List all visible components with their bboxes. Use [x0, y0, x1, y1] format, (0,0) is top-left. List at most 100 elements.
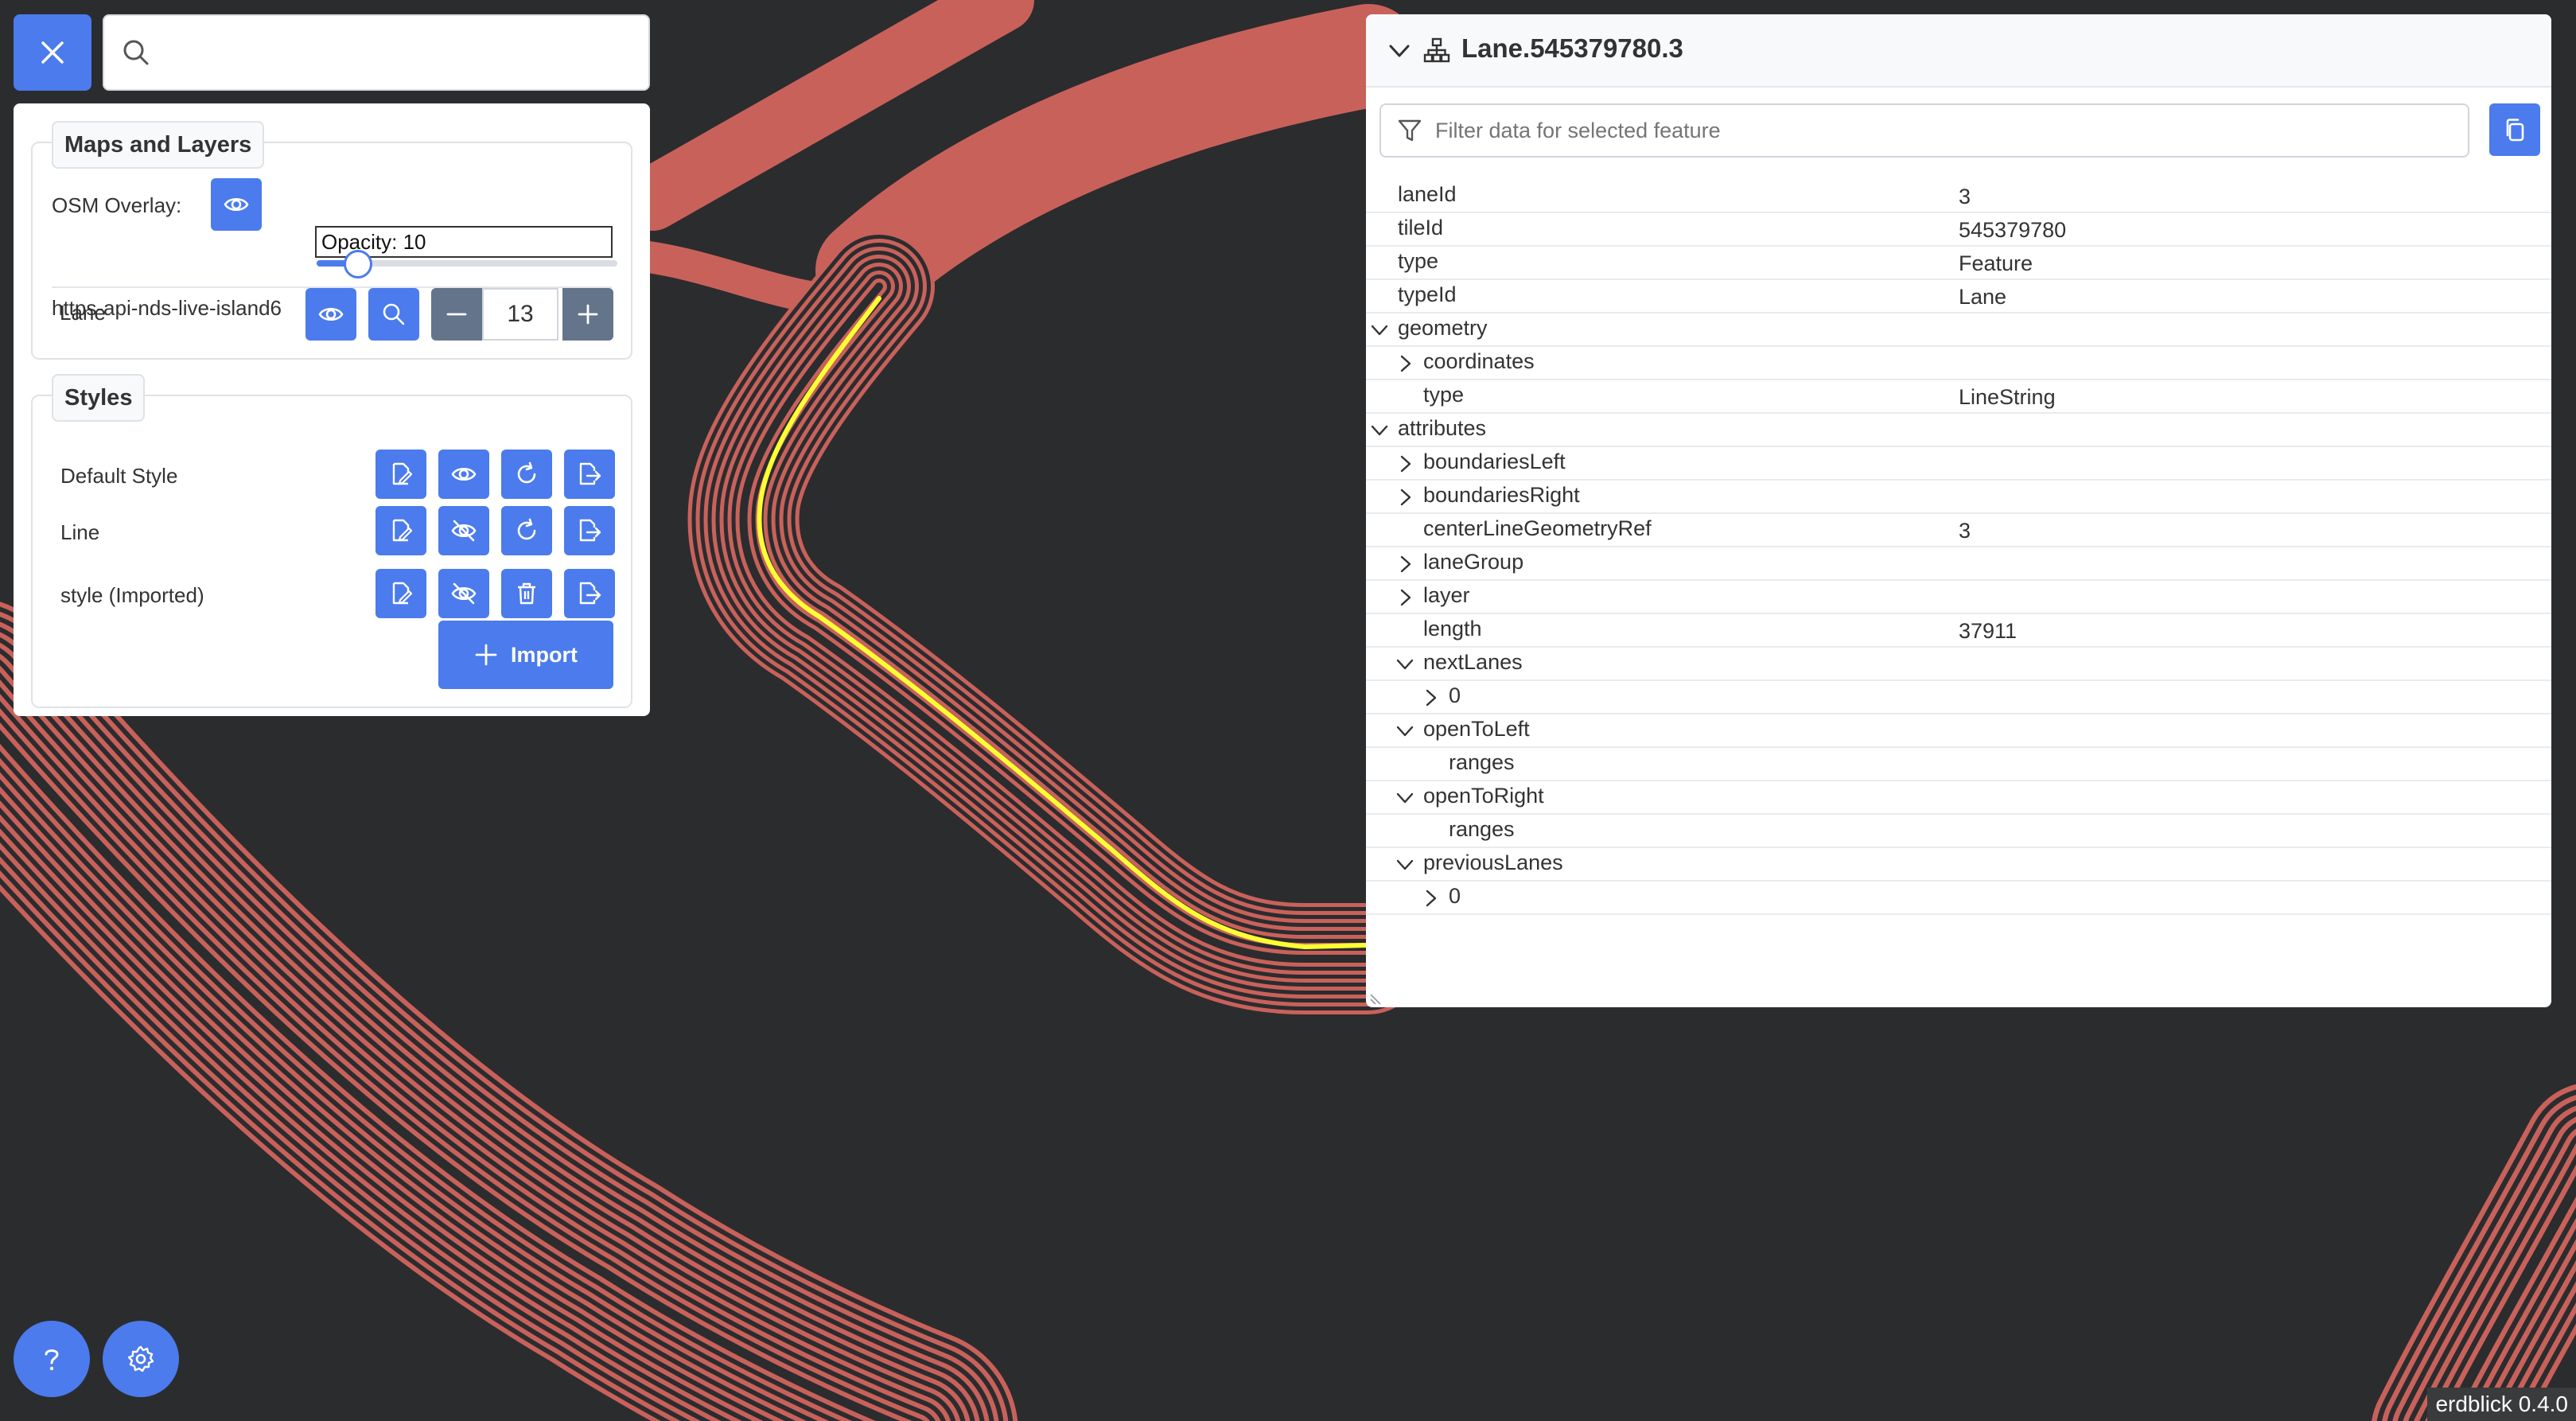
style-visibility-button[interactable] — [438, 569, 489, 618]
tree-row: centerLineGeometryRef 3 — [1366, 514, 2551, 547]
style-reload-button[interactable] — [501, 450, 552, 499]
tree-key: previousLanes — [1423, 851, 1563, 874]
chevron-down-icon[interactable] — [1387, 38, 1412, 64]
layer-visibility-button[interactable] — [305, 288, 356, 341]
tree-row[interactable]: laneGroup — [1366, 547, 2551, 581]
zoom-level-input[interactable]: 13 — [482, 288, 558, 341]
tree-row[interactable]: coordinates — [1366, 347, 2551, 380]
tree-key: nextLanes — [1423, 650, 1523, 674]
tree-key: geometry — [1398, 316, 1488, 340]
lane-bundle — [687, 231, 1424, 1014]
copy-icon — [2502, 117, 2527, 142]
chevron-right-icon[interactable] — [1395, 353, 1415, 374]
tree-value: 545379780 — [1959, 218, 2067, 242]
style-edit-button[interactable] — [376, 450, 426, 499]
style-visibility-button[interactable] — [438, 450, 489, 499]
tree-value: 37911 — [1959, 619, 2018, 643]
import-style-button[interactable]: Import — [438, 621, 613, 689]
style-visibility-button[interactable] — [438, 506, 489, 555]
tree-row[interactable]: nextLanes — [1366, 648, 2551, 681]
tree-row[interactable]: boundariesRight — [1366, 481, 2551, 514]
tree-key: ranges — [1449, 817, 1515, 841]
chevron-right-icon[interactable] — [1395, 454, 1415, 474]
tree-value: 3 — [1959, 519, 1971, 543]
tree-row: ranges — [1366, 748, 2551, 781]
export-file-icon — [577, 461, 602, 487]
tree-row[interactable]: attributes — [1366, 414, 2551, 447]
tree-row[interactable]: geometry — [1366, 313, 2551, 347]
eye-icon — [223, 191, 250, 218]
tree-key: coordinates — [1423, 349, 1535, 373]
tree-key: layer — [1423, 583, 1470, 607]
zoom-decrease-button[interactable] — [431, 288, 482, 341]
export-file-icon — [577, 581, 602, 606]
tree-row[interactable]: openToRight — [1366, 781, 2551, 815]
zoom-increase-button[interactable] — [562, 288, 613, 341]
chevron-right-icon[interactable] — [1395, 487, 1415, 508]
tree-key: type — [1423, 383, 1465, 407]
tree-row[interactable]: 0 — [1366, 681, 2551, 714]
tree-key: openToLeft — [1423, 717, 1530, 741]
tree-key: 0 — [1449, 884, 1461, 908]
question-mark-icon — [36, 1343, 68, 1375]
filter-bar[interactable] — [1379, 103, 2469, 158]
copy-button[interactable] — [2489, 103, 2540, 156]
left-lane-bundle — [0, 602, 1018, 1421]
search-input[interactable] — [165, 28, 636, 77]
tree-row[interactable]: previousLanes — [1366, 848, 2551, 882]
help-button[interactable] — [14, 1321, 90, 1397]
tree-key: type — [1398, 249, 1439, 273]
import-label: Import — [511, 642, 578, 667]
filter-input[interactable] — [1434, 117, 2468, 144]
layer-focus-button[interactable] — [368, 288, 419, 341]
tree-row[interactable]: 0 — [1366, 882, 2551, 915]
export-file-icon — [577, 518, 602, 543]
opacity-slider-handle[interactable] — [344, 250, 372, 278]
settings-button[interactable] — [103, 1321, 179, 1397]
tree-key: 0 — [1449, 683, 1461, 707]
chevron-right-icon[interactable] — [1420, 687, 1441, 708]
layers-panel: Maps and Layers OSM Overlay: Opacity: 10… — [14, 103, 650, 716]
chevron-down-icon[interactable] — [1369, 420, 1390, 441]
tree-key: laneGroup — [1423, 550, 1524, 574]
tree-key: openToRight — [1423, 784, 1544, 808]
chevron-right-icon[interactable] — [1395, 554, 1415, 574]
style-export-button[interactable] — [564, 569, 615, 618]
tree-row: type LineString — [1366, 380, 2551, 414]
opacity-slider[interactable] — [317, 250, 617, 278]
style-reload-button[interactable] — [501, 506, 552, 555]
tree-key: length — [1423, 617, 1482, 640]
style-edit-button[interactable] — [376, 506, 426, 555]
style-export-button[interactable] — [564, 506, 615, 555]
plus-icon — [576, 302, 600, 326]
chevron-down-icon[interactable] — [1395, 788, 1415, 808]
plus-icon — [474, 643, 498, 667]
resize-handle-icon[interactable] — [1369, 993, 1382, 1006]
chevron-right-icon[interactable] — [1395, 587, 1415, 608]
tree-key: boundariesLeft — [1423, 450, 1566, 473]
search-icon — [120, 37, 152, 68]
tree-key: tileId — [1398, 216, 1444, 239]
close-panel-button[interactable] — [14, 14, 91, 91]
osm-visibility-button[interactable] — [211, 178, 262, 231]
tree-row[interactable]: boundariesLeft — [1366, 447, 2551, 481]
tree-value: Feature — [1959, 251, 2033, 275]
search-bar[interactable] — [103, 14, 650, 91]
style-delete-button[interactable] — [501, 569, 552, 618]
edit-file-icon — [388, 581, 414, 606]
chevron-right-icon[interactable] — [1420, 888, 1441, 909]
inspector-header: Lane.545379780.3 — [1366, 14, 2551, 88]
tree-row: laneId 3 — [1366, 180, 2551, 213]
edit-file-icon — [388, 518, 414, 543]
tree-key: typeId — [1398, 282, 1457, 306]
chevron-down-icon[interactable] — [1395, 855, 1415, 875]
chevron-down-icon[interactable] — [1369, 320, 1390, 341]
chevron-down-icon[interactable] — [1395, 654, 1415, 675]
tree-row[interactable]: layer — [1366, 581, 2551, 614]
style-edit-button[interactable] — [376, 569, 426, 618]
chevron-down-icon[interactable] — [1395, 721, 1415, 742]
eye-icon — [317, 301, 344, 328]
style-export-button[interactable] — [564, 450, 615, 499]
tree-value: LineString — [1959, 385, 2056, 409]
tree-row[interactable]: openToLeft — [1366, 714, 2551, 748]
